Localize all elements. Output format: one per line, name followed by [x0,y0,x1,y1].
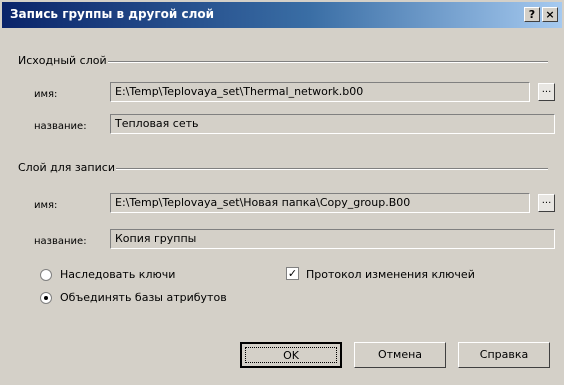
source-title-field[interactable]: Тепловая сеть [110,114,555,134]
inherit-keys-label[interactable]: Наследовать ключи [60,268,175,281]
source-layer-heading: Исходный слой [18,54,107,67]
close-icon[interactable]: × [542,7,558,22]
merge-attr-db-label[interactable]: Объединять базы атрибутов [60,291,227,304]
inherit-keys-radio[interactable] [40,269,52,281]
help-question-icon[interactable]: ? [524,7,540,22]
cancel-button-label: Отмена [377,348,423,361]
help-button-label: Справка [479,348,529,361]
key-change-log-label[interactable]: Протокол изменения ключей [306,268,475,281]
source-title-label: название: [34,121,87,132]
dialog-title: Запись группы в другой слой [10,7,215,21]
source-name-label: имя: [34,89,58,100]
help-button[interactable]: Справка [458,342,550,368]
cancel-button[interactable]: Отмена [354,342,446,368]
target-name-label: имя: [34,200,58,211]
source-name-field[interactable]: E:\Temp\Teplovaya_set\Thermal_network.b0… [110,82,530,102]
source-browse-button[interactable]: ... [538,83,555,101]
target-name-field[interactable]: E:\Temp\Teplovaya_set\Новая папка\Copy_g… [110,193,530,213]
ok-button-label: OK [283,349,299,362]
merge-attr-db-radio[interactable] [40,292,52,304]
target-title-field[interactable]: Копия группы [110,229,555,249]
target-title-label: название: [34,236,87,247]
ok-button[interactable]: OK [240,342,342,368]
target-browse-button[interactable]: ... [538,194,555,212]
target-layer-heading: Слой для записи [18,161,115,174]
target-layer-divider [116,168,548,170]
key-change-log-checkbox[interactable]: ✓ [286,267,299,280]
dialog-window: Запись группы в другой слой ? × Исходный… [0,0,564,385]
title-bar: Запись группы в другой слой ? × [2,2,562,28]
source-layer-divider [108,61,548,63]
